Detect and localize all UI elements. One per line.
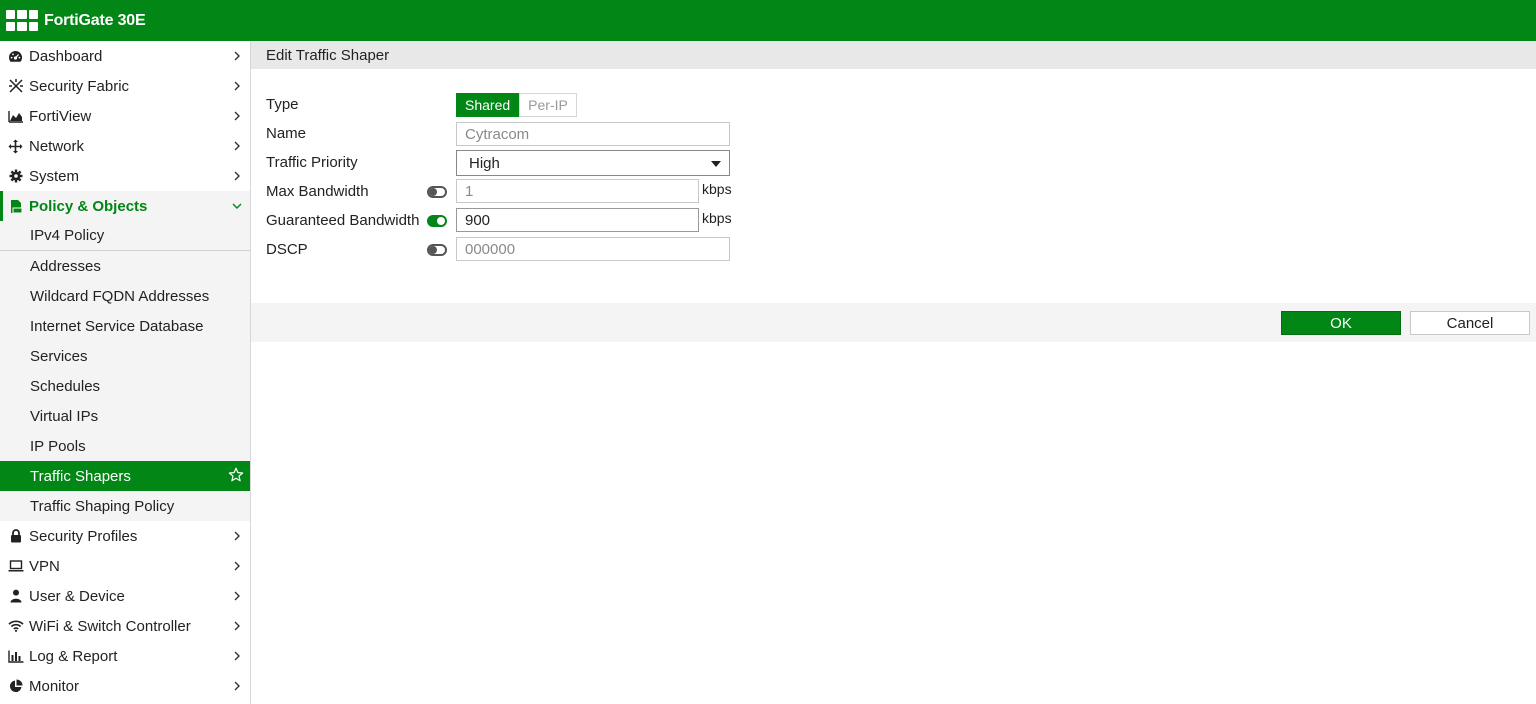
dscp-input[interactable]: 000000: [456, 237, 730, 261]
sidebar-item-security-fabric[interactable]: Security Fabric: [0, 71, 250, 101]
type-per-ip-button[interactable]: Per-IP: [519, 93, 577, 117]
wifi-icon: [7, 620, 24, 632]
dscp-label: DSCP: [266, 241, 308, 258]
device-title: FortiGate 30E: [44, 11, 146, 29]
sidebar-subitem-addresses[interactable]: Addresses: [0, 251, 250, 281]
chevron-right-icon: [234, 531, 240, 541]
sidebar-item-vpn[interactable]: VPN: [0, 551, 250, 581]
sidebar-item-wifi-switch[interactable]: WiFi & Switch Controller: [0, 611, 250, 641]
max-bandwidth-input[interactable]: 1: [456, 179, 699, 203]
chevron-right-icon: [234, 51, 240, 61]
sidebar-item-label: Security Profiles: [29, 527, 138, 545]
favorite-star-icon[interactable]: [228, 467, 244, 483]
sidebar-subitem-virtual-ips[interactable]: Virtual IPs: [0, 401, 250, 431]
top-bar: FortiGate 30E: [0, 0, 1536, 41]
sidebar-item-user-device[interactable]: User & Device: [0, 581, 250, 611]
gear-icon: [7, 169, 24, 183]
sidebar-item-security-profiles[interactable]: Security Profiles: [0, 521, 250, 551]
sidebar-subitem-traffic-shaping-policy[interactable]: Traffic Shaping Policy: [0, 491, 250, 521]
name-input[interactable]: Cytracom: [456, 122, 730, 146]
caret-down-icon: [711, 161, 721, 167]
chevron-down-icon: [232, 203, 242, 209]
cancel-button[interactable]: Cancel: [1410, 311, 1530, 335]
sidebar-subitem-services[interactable]: Services: [0, 341, 250, 371]
ok-button[interactable]: OK: [1281, 311, 1401, 335]
page-title: Edit Traffic Shaper: [251, 41, 1536, 69]
guaranteed-bandwidth-toggle[interactable]: [427, 215, 447, 227]
pie-chart-icon: [7, 679, 24, 693]
sidebar-item-fortiview[interactable]: FortiView: [0, 101, 250, 131]
sidebar-item-label: FortiView: [29, 107, 92, 125]
laptop-icon: [7, 560, 24, 572]
guaranteed-bandwidth-unit: kbps: [702, 210, 732, 226]
type-toggle-group: Shared Per-IP: [456, 93, 577, 117]
chevron-right-icon: [234, 171, 240, 181]
bar-chart-icon: [7, 650, 24, 663]
sidebar-section-policy-objects[interactable]: Policy & Objects: [0, 191, 250, 221]
sidebar-item-label: Security Fabric: [29, 77, 130, 95]
sidebar-item-monitor[interactable]: Monitor: [0, 671, 250, 701]
dscp-toggle[interactable]: [427, 244, 447, 256]
sidebar-item-network[interactable]: Network: [0, 131, 250, 161]
fortiview-chart-icon: [7, 110, 24, 123]
sidebar-item-label: WiFi & Switch Controller: [29, 617, 191, 635]
sidebar-subitem-label: Traffic Shapers: [30, 467, 131, 485]
max-bandwidth-toggle[interactable]: [427, 186, 447, 198]
guaranteed-bandwidth-input[interactable]: 900: [456, 208, 699, 232]
sidebar-subitem-schedules[interactable]: Schedules: [0, 371, 250, 401]
dialog-footer: OK Cancel: [251, 303, 1536, 342]
chevron-right-icon: [234, 141, 240, 151]
chevron-right-icon: [234, 561, 240, 571]
sidebar-item-label: Log & Report: [29, 647, 118, 665]
guaranteed-bandwidth-label: Guaranteed Bandwidth: [266, 212, 420, 229]
chevron-right-icon: [234, 621, 240, 631]
traffic-priority-select[interactable]: High: [456, 150, 730, 176]
traffic-priority-value: High: [469, 154, 500, 172]
chevron-right-icon: [234, 81, 240, 91]
sidebar-item-label: User & Device: [29, 587, 125, 605]
chevron-right-icon: [234, 681, 240, 691]
sidebar: Dashboard Security Fabric FortiView Netw…: [0, 41, 251, 704]
traffic-shaper-form: Type Shared Per-IP Name Cytracom Traffic…: [251, 69, 1536, 303]
max-bandwidth-label: Max Bandwidth: [266, 183, 369, 200]
security-fabric-icon: [7, 78, 24, 94]
sidebar-section-label: Policy & Objects: [29, 197, 148, 215]
main-content: Edit Traffic Shaper Type Shared Per-IP N…: [251, 41, 1536, 704]
sidebar-item-label: Dashboard: [29, 47, 103, 65]
chevron-right-icon: [234, 651, 240, 661]
lock-icon: [7, 529, 24, 543]
sidebar-item-label: System: [29, 167, 80, 185]
chevron-right-icon: [234, 111, 240, 121]
sidebar-item-log-report[interactable]: Log & Report: [0, 641, 250, 671]
sidebar-item-label: VPN: [29, 557, 60, 575]
max-bandwidth-unit: kbps: [702, 181, 732, 197]
type-shared-button[interactable]: Shared: [456, 93, 520, 117]
sidebar-subitem-wildcard-fqdn[interactable]: Wildcard FQDN Addresses: [0, 281, 250, 311]
traffic-priority-label: Traffic Priority: [266, 154, 358, 171]
sidebar-item-dashboard[interactable]: Dashboard: [0, 41, 250, 71]
fortinet-logo-icon: [6, 9, 38, 32]
name-label: Name: [266, 125, 307, 142]
sidebar-item-label: Monitor: [29, 677, 80, 695]
chevron-right-icon: [234, 591, 240, 601]
sidebar-subitem-ip-pools[interactable]: IP Pools: [0, 431, 250, 461]
policy-objects-icon: [7, 199, 24, 214]
sidebar-subitem-traffic-shapers[interactable]: Traffic Shapers: [0, 461, 250, 491]
sidebar-subitem-ipv4-policy[interactable]: IPv4 Policy: [0, 221, 250, 251]
sidebar-subitem-internet-service-db[interactable]: Internet Service Database: [0, 311, 250, 341]
type-label: Type: [266, 96, 299, 113]
sidebar-item-system[interactable]: System: [0, 161, 250, 191]
dashboard-icon: [7, 50, 24, 63]
user-icon: [7, 589, 24, 603]
network-arrows-icon: [7, 139, 24, 154]
sidebar-item-label: Network: [29, 137, 85, 155]
